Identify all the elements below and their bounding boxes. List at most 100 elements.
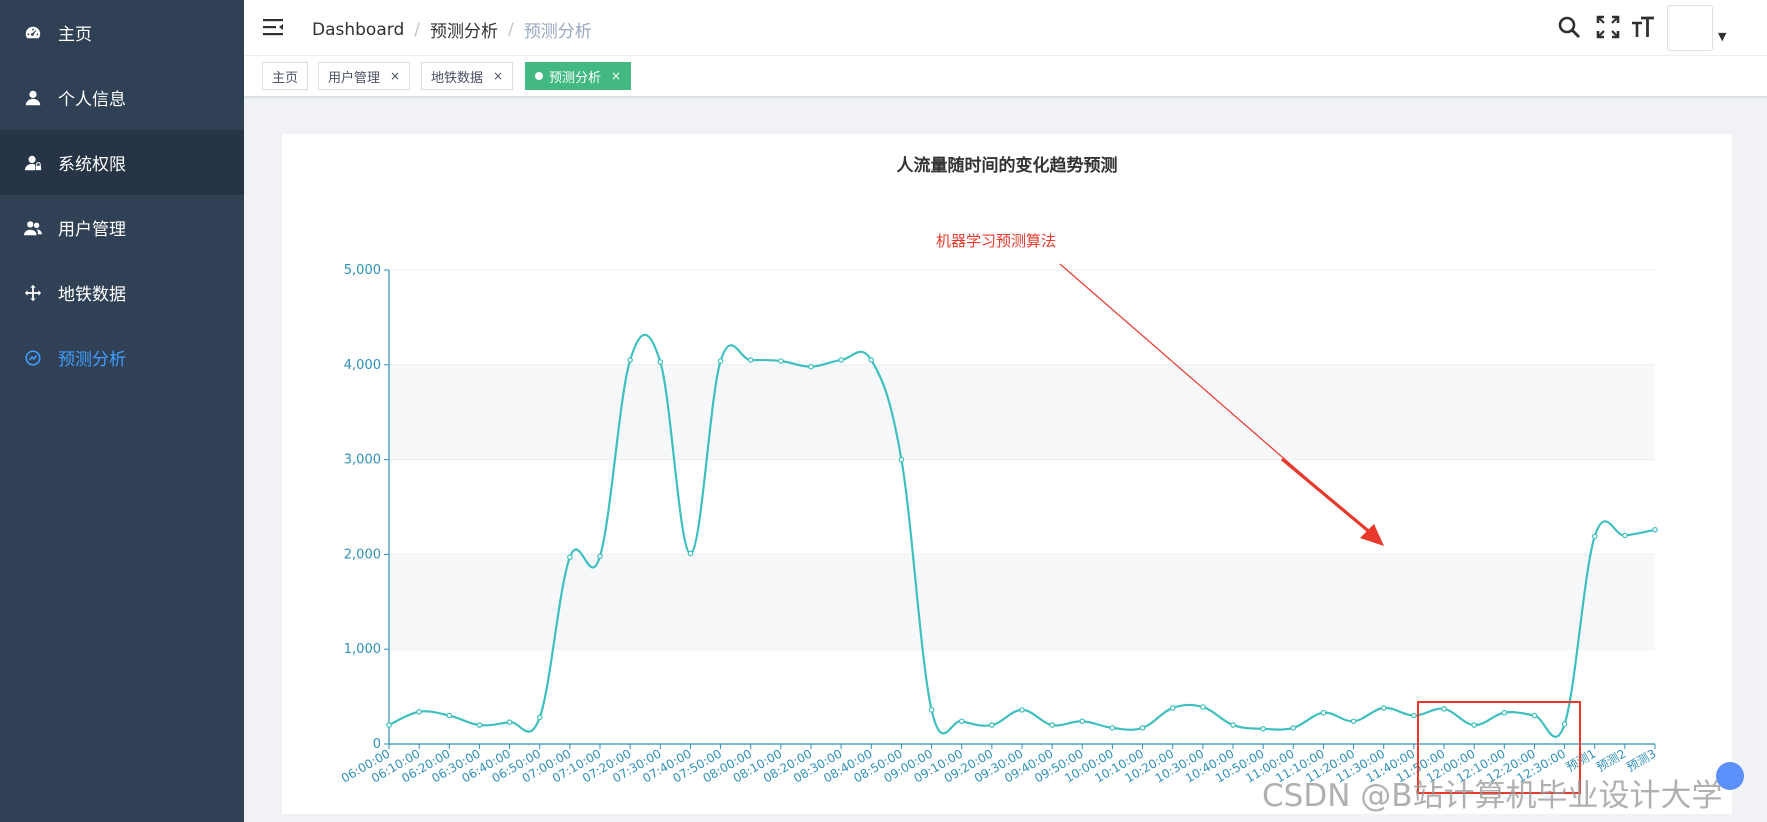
- data-point: [1622, 532, 1628, 539]
- data-point: [416, 708, 422, 715]
- data-point: [1290, 725, 1297, 731]
- active-dot-icon: [535, 72, 543, 80]
- data-point: [1079, 718, 1086, 725]
- data-point: [1200, 704, 1206, 710]
- fullscreen-icon[interactable]: [1595, 14, 1621, 40]
- breadcrumb-item[interactable]: Dashboard: [312, 20, 404, 40]
- chart-card: 人流量随时间的变化趋势预测 机器学习预测算法 0 1,000 2,000 3,000 4…: [282, 134, 1744, 814]
- grid-band: [389, 364, 1655, 460]
- data-point: [1561, 721, 1568, 727]
- breadcrumb-separator: /: [414, 19, 420, 40]
- y-tick-label: 1,000: [344, 642, 381, 657]
- sidebar-item-label: 主页: [58, 25, 92, 45]
- sidebar-item-permissions[interactable]: 系统权限: [0, 130, 244, 195]
- y-tick-label: 2,000: [344, 547, 381, 562]
- data-point: [1350, 718, 1357, 725]
- tag-label: 用户管理: [328, 70, 381, 86]
- grid-band: [389, 554, 1655, 650]
- data-point: [1260, 726, 1266, 732]
- annotation-arrow-shaft: [1280, 457, 1374, 536]
- data-point: [597, 553, 603, 560]
- breadcrumb-current: 预测分析: [523, 22, 592, 42]
- move-icon: [22, 282, 44, 304]
- data-point: [898, 456, 905, 463]
- chart-gauge-icon: [22, 347, 44, 369]
- data-point: [446, 712, 453, 719]
- line-chart[interactable]: 01,0002,0003,0004,0005,00006:00:0006:10:…: [282, 134, 1732, 814]
- data-point: [1109, 725, 1116, 731]
- tag-label: 地铁数据: [431, 70, 484, 86]
- tag-user-management[interactable]: 用户管理 ×: [318, 62, 411, 90]
- data-point: [868, 357, 875, 363]
- close-icon[interactable]: ×: [611, 69, 621, 83]
- sidebar-item-metro-data[interactable]: 地铁数据: [0, 260, 244, 325]
- data-point: [1501, 709, 1508, 716]
- data-point: [989, 722, 995, 728]
- y-tick-label: 5,000: [344, 263, 381, 278]
- data-point: [808, 363, 814, 370]
- text-size-icon[interactable]: [1630, 14, 1656, 40]
- sidebar-item-users[interactable]: 用户管理: [0, 195, 244, 260]
- close-icon[interactable]: ×: [390, 69, 400, 83]
- tag-label: 预测分析: [549, 70, 602, 86]
- y-tick-label: 3,000: [344, 453, 381, 468]
- data-point: [717, 358, 724, 364]
- sidebar-item-prediction[interactable]: 预测分析: [0, 325, 244, 390]
- user-icon: [22, 87, 44, 109]
- data-point: [1019, 707, 1025, 713]
- tag-home[interactable]: 主页: [262, 62, 309, 90]
- sidebar-item-home[interactable]: 主页: [0, 0, 244, 65]
- sidebar-item-label: 用户管理: [58, 220, 126, 240]
- breadcrumb-item[interactable]: 预测分析: [430, 17, 498, 42]
- search-icon[interactable]: [1556, 14, 1582, 40]
- data-point: [687, 550, 694, 557]
- avatar[interactable]: [1667, 5, 1713, 51]
- tag-metro-data[interactable]: 地铁数据 ×: [421, 62, 514, 90]
- data-point: [958, 718, 965, 725]
- data-point: [506, 719, 513, 725]
- hamburger-icon[interactable]: [262, 16, 284, 38]
- data-point: [1230, 722, 1236, 728]
- data-point: [1320, 709, 1327, 716]
- data-point: [1049, 722, 1055, 728]
- data-point: [627, 357, 633, 363]
- data-point: [1591, 533, 1598, 540]
- tags-view: 主页 用户管理 × 地铁数据 × 预测分析 ×: [244, 56, 1767, 97]
- data-point: [536, 714, 543, 721]
- tag-prediction-analysis[interactable]: 预测分析 ×: [525, 62, 632, 90]
- data-point: [928, 707, 935, 713]
- tag-label: 主页: [272, 70, 299, 86]
- data-point: [1169, 705, 1176, 711]
- users-icon: [22, 217, 44, 239]
- user-lock-icon: [22, 152, 44, 174]
- data-point: [747, 357, 754, 363]
- sidebar-item-label: 个人信息: [58, 90, 126, 110]
- data-point: [386, 722, 392, 728]
- data-point: [778, 358, 784, 364]
- breadcrumb-separator: /: [507, 19, 514, 40]
- sidebar-item-label: 预测分析: [58, 350, 126, 370]
- data-point: [1531, 712, 1538, 719]
- navbar: Dashboard / 预测分析 / 预测分析 ▼: [244, 0, 1767, 56]
- sidebar-item-label: 地铁数据: [58, 285, 126, 305]
- watermark: CSDN @B站计算机毕业设计大学: [1262, 778, 1723, 814]
- data-point: [1471, 722, 1477, 728]
- navbar-right-menu: ▼: [1544, 0, 1767, 55]
- data-point: [1441, 706, 1447, 712]
- y-tick-label: 4,000: [344, 358, 381, 373]
- sidebar: 主页 个人信息 系统权限 用户管理 地铁数据 预测分析: [0, 0, 244, 822]
- data-point: [567, 554, 573, 561]
- sidebar-item-label: 系统权限: [58, 155, 126, 175]
- close-icon[interactable]: ×: [493, 69, 503, 83]
- data-point: [1139, 725, 1146, 731]
- data-point: [1411, 712, 1417, 719]
- data-point: [657, 359, 664, 365]
- data-point: [838, 357, 844, 363]
- dashboard-icon: [22, 22, 44, 44]
- sidebar-item-profile[interactable]: 个人信息: [0, 65, 244, 130]
- data-point: [1652, 526, 1658, 533]
- breadcrumb: Dashboard / 预测分析 / 预测分析: [312, 17, 592, 43]
- data-point: [1380, 705, 1387, 711]
- caret-down-icon[interactable]: ▼: [1718, 30, 1726, 43]
- data-point: [476, 722, 483, 728]
